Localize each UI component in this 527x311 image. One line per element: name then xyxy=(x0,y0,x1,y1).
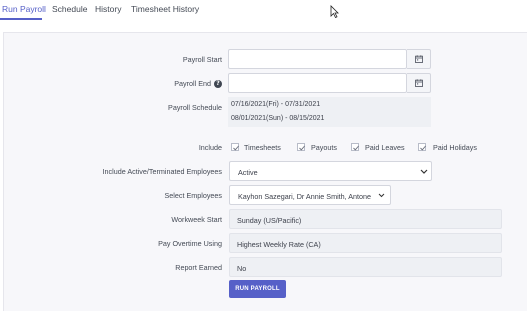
tab-schedule[interactable]: Schedule xyxy=(52,4,87,14)
pay-overtime-field: Highest Weekly Rate (CA) xyxy=(229,233,502,253)
report-earned-field: No xyxy=(229,257,502,277)
payroll-form-panel: Payroll Start Payroll End? Payroll Sched… xyxy=(3,32,527,311)
tab-run-payroll[interactable]: Run Payroll xyxy=(2,4,46,14)
workweek-start-field: Sunday (US/Pacific) xyxy=(229,209,502,229)
active-terminated-select[interactable]: Active xyxy=(229,161,432,181)
workweek-start-label: Workweek Start xyxy=(171,215,222,224)
timesheets-option-label[interactable]: Timesheets xyxy=(244,143,281,152)
schedule-line: 08/01/2021(Sun) - 08/15/2021 xyxy=(231,115,325,122)
mouse-cursor-icon xyxy=(330,5,339,18)
check-icon xyxy=(299,145,305,151)
chevron-down-icon xyxy=(378,193,385,198)
calendar-icon xyxy=(415,55,423,63)
report-earned-value: No xyxy=(237,264,247,273)
payroll-schedule-box: 07/16/2021(Fri) - 07/31/2021 08/01/2021(… xyxy=(228,97,431,127)
selected-employees-value: Kayhon Sazegari, Dr Annie Smith, Antone xyxy=(238,192,372,201)
active-tab-indicator xyxy=(0,18,42,20)
paid-holidays-checkbox[interactable] xyxy=(418,143,426,151)
payroll-start-input[interactable] xyxy=(228,49,407,69)
payroll-end-calendar-button[interactable] xyxy=(407,73,431,93)
select-employees-dropdown[interactable]: Kayhon Sazegari, Dr Annie Smith, Antone xyxy=(229,185,391,205)
active-terminated-label: Include Active/Terminated Employees xyxy=(102,167,222,176)
active-terminated-value: Active xyxy=(238,168,258,177)
tab-timesheet-history[interactable]: Timesheet History xyxy=(131,4,199,14)
report-earned-label: Report Earned xyxy=(175,263,222,272)
payroll-end-input[interactable] xyxy=(228,73,407,93)
pay-overtime-label: Pay Overtime Using xyxy=(158,239,222,248)
schedule-line: 07/16/2021(Fri) - 07/31/2021 xyxy=(231,101,321,108)
payroll-schedule-label: Payroll Schedule xyxy=(168,103,222,112)
include-label: Include xyxy=(198,143,222,152)
check-icon xyxy=(353,145,359,151)
timesheets-checkbox[interactable] xyxy=(231,143,239,151)
question-circle-icon[interactable]: ? xyxy=(214,80,222,89)
payouts-option-label[interactable]: Payouts xyxy=(311,143,337,152)
paid-leaves-option-label[interactable]: Paid Leaves xyxy=(365,143,405,152)
run-payroll-button[interactable]: RUN PAYROLL xyxy=(229,280,286,298)
check-icon xyxy=(420,145,426,151)
payroll-start-calendar-button[interactable] xyxy=(407,49,431,69)
tab-bar: Run Payroll Schedule History Timesheet H… xyxy=(0,0,527,20)
calendar-icon xyxy=(415,79,423,87)
check-icon xyxy=(233,145,239,151)
chevron-down-icon xyxy=(420,169,428,174)
payouts-checkbox[interactable] xyxy=(297,143,305,151)
payroll-end-label: Payroll End? xyxy=(174,79,222,89)
payroll-end-label-text: Payroll End xyxy=(174,79,211,88)
payroll-start-label: Payroll Start xyxy=(182,55,222,64)
tab-history[interactable]: History xyxy=(95,4,121,14)
paid-leaves-checkbox[interactable] xyxy=(351,143,359,151)
select-employees-label: Select Employees xyxy=(164,191,222,200)
paid-holidays-option-label[interactable]: Paid Holidays xyxy=(433,143,477,152)
pay-overtime-value: Highest Weekly Rate (CA) xyxy=(237,240,321,249)
workweek-start-value: Sunday (US/Pacific) xyxy=(237,216,302,225)
